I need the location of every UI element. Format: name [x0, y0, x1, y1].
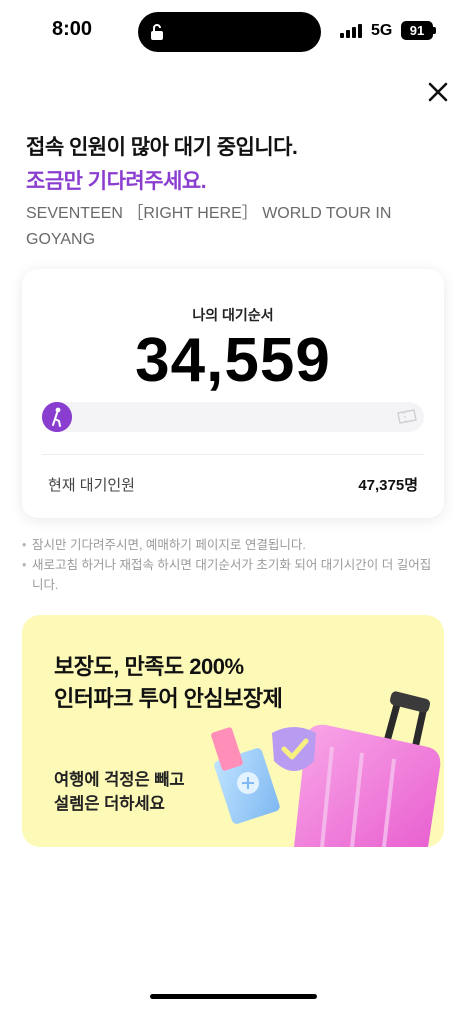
- progress-avatar-icon: [42, 402, 72, 432]
- notice-item: 새로고침 하거나 재접속 하시면 대기순서가 초기화 되어 대기시간이 더 길어…: [22, 555, 442, 595]
- current-waiting-count: 47,375명: [358, 477, 418, 494]
- current-waiting-label: 현재 대기인원: [48, 477, 135, 494]
- queue-position-label: 나의 대기순서: [192, 307, 274, 323]
- event-title: SEVENTEEN ［RIGHT HERE］ WORLD TOUR IN GOY…: [26, 205, 392, 248]
- close-icon[interactable]: [424, 78, 452, 106]
- status-bar: 8:00 5G 91: [0, 0, 466, 64]
- battery-nub: [433, 27, 436, 34]
- notice-list: 잠시만 기다려주시면, 예매하기 페이지로 연결됩니다. 새로고침 하거나 재접…: [22, 535, 442, 595]
- cellular-signal-icon: [340, 24, 362, 38]
- queue-progress-bar: [42, 402, 424, 432]
- card-divider: [42, 454, 424, 455]
- banner-sub-line2: 설렘은 더하세요: [54, 795, 165, 813]
- queue-card: 나의 대기순서 34,559 현재 대기인원 47,375명: [22, 269, 444, 518]
- battery-icon: 91: [401, 21, 433, 40]
- network-type: 5G: [371, 22, 393, 39]
- queue-position-number: 34,559: [135, 326, 331, 395]
- notice-item: 잠시만 기다려주시면, 예매하기 페이지로 연결됩니다.: [22, 535, 442, 555]
- dynamic-island: [138, 12, 321, 52]
- banner-headline-line1: 보장도, 만족도 200%: [54, 654, 244, 679]
- ticket-icon: [397, 409, 417, 424]
- home-indicator: [150, 994, 317, 999]
- suitcase-illustration-icon: [211, 691, 441, 847]
- unlock-icon: [151, 24, 163, 40]
- waiting-subline: 조금만 기다려주세요.: [26, 170, 207, 193]
- status-time: 8:00: [52, 18, 93, 40]
- banner-subtext: 여행에 걱정은 빼고 설렘은 더하세요: [54, 768, 185, 816]
- waiting-headline: 접속 인원이 많아 대기 중입니다.: [26, 136, 298, 159]
- banner-sub-line1: 여행에 걱정은 빼고: [54, 771, 185, 789]
- insurance-promo-banner[interactable]: 보장도, 만족도 200% 인터파크 투어 안심보장제 여행에 걱정은 빼고 설…: [22, 615, 444, 847]
